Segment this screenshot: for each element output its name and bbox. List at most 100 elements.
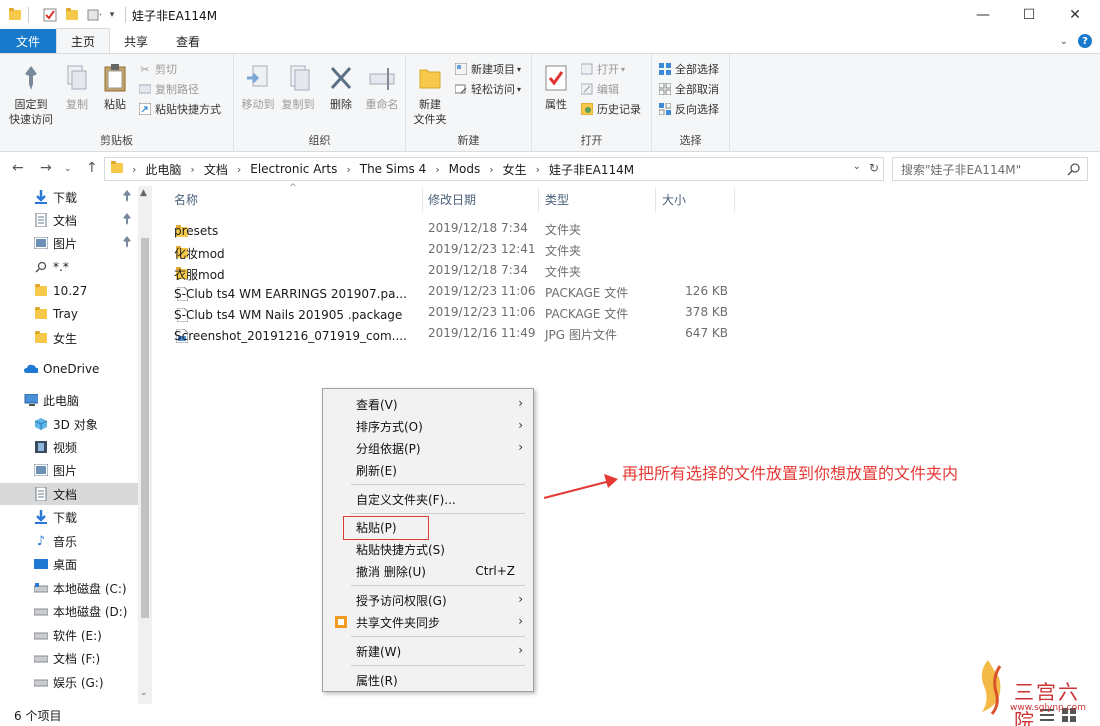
menu-item-new[interactable]: 新建(W) › bbox=[323, 640, 533, 662]
select-none-button[interactable]: 全部取消 bbox=[658, 80, 719, 98]
column-divider[interactable] bbox=[734, 188, 735, 212]
invert-selection-button[interactable]: 反向选择 bbox=[658, 100, 719, 118]
menu-item-group-by[interactable]: 分组依据(P) › bbox=[323, 437, 533, 459]
cut-button[interactable]: ✂ 剪切 bbox=[138, 60, 177, 78]
sidebar-item-3d-objects[interactable]: 3D 对象 bbox=[0, 413, 138, 435]
file-row-earrings-package[interactable]: S-Club ts4 WM EARRINGS 201907.pa... 2019… bbox=[170, 281, 740, 302]
properties-button[interactable]: 属性 bbox=[538, 62, 574, 112]
sidebar-item-folder-girls[interactable]: 女生 bbox=[0, 327, 138, 349]
tab-home[interactable]: 主页 bbox=[56, 28, 111, 53]
column-header-name[interactable]: 名称 bbox=[170, 186, 422, 212]
select-all-button[interactable]: 全部选择 bbox=[658, 60, 719, 78]
copy-button[interactable]: 复制 bbox=[60, 62, 94, 112]
menu-item-refresh[interactable]: 刷新(E) bbox=[323, 459, 533, 481]
sidebar-item-downloads[interactable]: 下载 bbox=[0, 506, 138, 528]
sidebar-item-wildcard-search[interactable]: *.* bbox=[0, 256, 138, 278]
recent-locations-chevron-icon[interactable]: ⌄ bbox=[64, 164, 72, 174]
sidebar-item-documents[interactable]: 文档 bbox=[0, 483, 138, 505]
chevron-down-icon[interactable]: ⌄ bbox=[1060, 36, 1068, 47]
sidebar-item-music[interactable]: ♪ 音乐 bbox=[0, 530, 138, 552]
customize-quick-access-icon[interactable] bbox=[87, 8, 101, 22]
up-arrow-icon[interactable]: ↑ bbox=[86, 160, 98, 176]
file-row-nails-package[interactable]: S-Club ts4 WM Nails 201905 .package 2019… bbox=[170, 302, 740, 323]
pin-icon[interactable] bbox=[122, 190, 132, 205]
chevron-down-icon[interactable]: ▾ bbox=[105, 8, 119, 22]
menu-item-customize-folder[interactable]: 自定义文件夹(F)... bbox=[323, 488, 533, 510]
file-list[interactable]: ^ 名称 修改日期 类型 大小 presets 2019/12/18 7:34 … bbox=[152, 183, 1100, 704]
minimize-button[interactable]: — bbox=[960, 0, 1006, 30]
breadcrumb-the-sims-4[interactable]: The Sims 4 bbox=[356, 162, 430, 176]
file-row-clothes-mod[interactable]: 衣服mod 2019/12/18 7:34 文件夹 bbox=[170, 260, 740, 282]
back-arrow-icon[interactable]: ← bbox=[12, 160, 24, 176]
help-icon[interactable]: ? bbox=[1078, 34, 1092, 48]
sidebar-item-downloads-quick[interactable]: 下载 bbox=[0, 186, 138, 208]
menu-item-view[interactable]: 查看(V) › bbox=[323, 393, 533, 415]
column-divider[interactable] bbox=[655, 188, 656, 212]
sidebar-item-drive-e[interactable]: 软件 (E:) bbox=[0, 624, 138, 646]
new-item-button[interactable]: 新建项目 ▾ bbox=[454, 60, 521, 78]
sidebar-item-folder-tray[interactable]: Tray bbox=[0, 303, 138, 325]
file-row-makeup-mod[interactable]: 化妆mod 2019/12/23 12:41 文件夹 bbox=[170, 239, 740, 261]
sidebar-item-documents-quick[interactable]: 文档 bbox=[0, 209, 138, 231]
column-header-size[interactable]: 大小 bbox=[658, 186, 734, 212]
breadcrumb-this-pc[interactable]: 此电脑 bbox=[141, 161, 185, 178]
chevron-down-icon[interactable]: ⌄ bbox=[853, 161, 861, 175]
menu-item-properties[interactable]: 属性(R) bbox=[323, 669, 533, 691]
open-button[interactable]: 打开 ▾ bbox=[580, 60, 625, 78]
file-row-presets[interactable]: presets 2019/12/18 7:34 文件夹 bbox=[170, 218, 740, 239]
column-header-type[interactable]: 类型 bbox=[541, 186, 655, 212]
menu-item-undo-delete[interactable]: 撤消 删除(U) Ctrl+Z bbox=[323, 560, 533, 582]
forward-arrow-icon[interactable]: → bbox=[40, 160, 52, 176]
delete-button[interactable]: 删除 bbox=[324, 62, 358, 112]
copy-path-button[interactable]: 复制路径 bbox=[138, 80, 199, 98]
file-row-screenshot-jpg[interactable]: Screenshot_20191216_071919_com.... 2019/… bbox=[170, 323, 740, 344]
menu-item-sync-shared-folder[interactable]: 共享文件夹同步 › bbox=[323, 611, 533, 633]
navigation-pane[interactable]: 下载 文档 图片 *.* 10.27 Tray 女生 OneDrive 此电脑 … bbox=[0, 186, 152, 704]
pin-icon[interactable] bbox=[122, 213, 132, 228]
tab-file[interactable]: 文件 bbox=[0, 29, 57, 53]
search-icon[interactable] bbox=[1067, 162, 1081, 179]
rename-button[interactable]: 重命名 bbox=[362, 62, 402, 112]
breadcrumb-electronic-arts[interactable]: Electronic Arts bbox=[246, 162, 341, 176]
scroll-up-icon[interactable]: ▲ bbox=[140, 188, 147, 198]
search-input[interactable]: 搜索"娃子非EA114M" bbox=[892, 157, 1088, 181]
sidebar-item-folder-1027[interactable]: 10.27 bbox=[0, 280, 138, 302]
menu-item-sort[interactable]: 排序方式(O) › bbox=[323, 415, 533, 437]
column-header-date[interactable]: 修改日期 bbox=[424, 186, 538, 212]
sidebar-item-drive-g[interactable]: 娱乐 (G:) bbox=[0, 671, 138, 693]
pin-quick-access-button[interactable]: 固定到 快速访问 bbox=[6, 62, 56, 127]
sidebar-item-pictures-quick[interactable]: 图片 bbox=[0, 232, 138, 254]
breadcrumb-girls[interactable]: 女生 bbox=[499, 161, 531, 178]
column-divider[interactable] bbox=[538, 188, 539, 212]
tab-share[interactable]: 共享 bbox=[110, 29, 162, 53]
sidebar-item-videos[interactable]: 视频 bbox=[0, 436, 138, 458]
column-divider[interactable] bbox=[422, 188, 423, 212]
properties-check-icon[interactable] bbox=[43, 8, 57, 22]
edit-button[interactable]: 编辑 bbox=[580, 80, 619, 98]
new-folder-button[interactable]: 新建 文件夹 bbox=[410, 62, 450, 127]
move-to-button[interactable]: 移动到 bbox=[238, 62, 278, 112]
paste-button[interactable]: 粘贴 bbox=[98, 62, 132, 112]
sidebar-item-desktop[interactable]: 桌面 bbox=[0, 553, 138, 575]
history-button[interactable]: 历史记录 bbox=[580, 100, 641, 118]
refresh-icon[interactable]: ↻ bbox=[869, 161, 879, 175]
sidebar-item-drive-d[interactable]: 本地磁盘 (D:) bbox=[0, 600, 138, 622]
copy-to-button[interactable]: 复制到 bbox=[278, 62, 318, 112]
address-bar[interactable]: › 此电脑 › 文档 › Electronic Arts › The Sims … bbox=[104, 157, 884, 181]
close-button[interactable]: ✕ bbox=[1052, 0, 1098, 30]
scroll-down-icon[interactable]: ⌄ bbox=[140, 688, 148, 698]
sidebar-item-onedrive[interactable]: OneDrive bbox=[0, 358, 138, 380]
tab-view[interactable]: 查看 bbox=[162, 29, 214, 53]
sidebar-scrollbar-thumb[interactable] bbox=[141, 238, 149, 618]
easy-access-button[interactable]: 轻松访问 ▾ bbox=[454, 80, 521, 98]
new-folder-icon[interactable] bbox=[65, 8, 79, 22]
sidebar-item-pictures[interactable]: 图片 bbox=[0, 459, 138, 481]
sidebar-item-drive-c[interactable]: 本地磁盘 (C:) bbox=[0, 577, 138, 599]
sidebar-item-drive-f[interactable]: 文档 (F:) bbox=[0, 647, 138, 669]
menu-item-paste-shortcut[interactable]: 粘贴快捷方式(S) bbox=[323, 538, 533, 560]
breadcrumb-documents[interactable]: 文档 bbox=[200, 161, 232, 178]
pin-icon[interactable] bbox=[122, 236, 132, 251]
maximize-button[interactable]: ☐ bbox=[1006, 0, 1052, 30]
menu-item-grant-access[interactable]: 授予访问权限(G) › bbox=[323, 589, 533, 611]
sidebar-item-this-pc[interactable]: 此电脑 bbox=[0, 389, 138, 411]
